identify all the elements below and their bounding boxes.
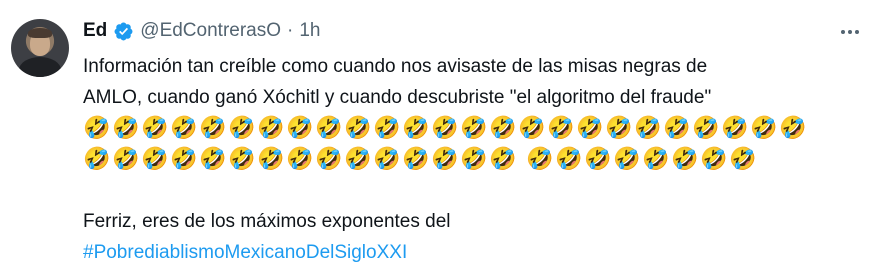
rolling-laughing-emoji: 🤣	[460, 115, 488, 141]
rolling-laughing-emoji: 🤣	[729, 146, 757, 172]
rolling-laughing-emoji: 🤣	[112, 146, 140, 172]
author-handle[interactable]: @EdContrerasO	[140, 18, 281, 44]
verified-badge-icon	[114, 22, 133, 40]
rolling-laughing-emoji: 🤣	[605, 115, 633, 141]
rolling-laughing-emoji: 🤣	[170, 146, 198, 172]
rolling-laughing-emoji: 🤣	[170, 115, 198, 141]
rolling-laughing-emoji: 🤣	[257, 115, 285, 141]
separator-dot: ·	[287, 20, 294, 41]
rolling-laughing-emoji: 🤣	[344, 146, 372, 172]
rolling-laughing-emoji: 🤣	[141, 146, 169, 172]
rolling-laughing-emoji: 🤣	[431, 115, 459, 141]
rolling-laughing-emoji: 🤣	[402, 115, 430, 141]
rolling-laughing-emoji: 🤣	[257, 146, 285, 172]
rolling-laughing-emoji: 🤣	[642, 146, 670, 172]
rolling-laughing-emoji: 🤣	[460, 146, 488, 172]
rolling-laughing-emoji: 🤣	[526, 146, 554, 172]
rolling-laughing-emoji: 🤣	[613, 146, 641, 172]
rolling-laughing-emoji: 🤣	[634, 115, 662, 141]
rolling-laughing-emoji: 🤣	[671, 146, 699, 172]
rolling-laughing-emoji: 🤣	[228, 115, 256, 141]
rolling-laughing-emoji: 🤣	[489, 146, 517, 172]
tweet-text-line: Ferriz, eres de los máximos exponentes d…	[83, 211, 451, 232]
tweet-text-line: Información tan creíble como cuando nos …	[83, 56, 708, 77]
more-options-icon[interactable]	[836, 20, 864, 44]
rolling-laughing-emoji: 🤣	[315, 146, 343, 172]
rolling-laughing-emoji: 🤣	[373, 115, 401, 141]
rolling-laughing-emoji: 🤣	[199, 115, 227, 141]
rolling-laughing-emoji: 🤣	[489, 115, 517, 141]
author-name[interactable]: Ed	[83, 18, 107, 44]
rolling-laughing-emoji: 🤣	[750, 115, 778, 141]
emoji-row: 🤣 🤣 🤣 🤣 🤣 🤣 🤣 🤣 🤣 🤣 🤣 🤣 🤣 🤣 🤣 🤣 🤣 🤣 🤣 🤣 🤣 🤣 🤣 🤣 🤣	[83, 113, 863, 144]
tweet-text-line: AMLO, cuando ganó Xóchitl y cuando descu…	[83, 87, 712, 108]
rolling-laughing-emoji: 🤣	[663, 115, 691, 141]
tweet-body: Información tan creíble como cuando nos …	[83, 51, 863, 268]
emoji-row: 🤣 🤣 🤣 🤣 🤣 🤣 🤣 🤣 🤣 🤣 🤣 🤣 🤣 🤣 🤣 🤣 🤣 🤣 🤣 🤣 🤣 🤣 🤣	[83, 144, 863, 175]
user-avatar[interactable]	[11, 19, 69, 77]
rolling-laughing-emoji: 🤣	[700, 146, 728, 172]
timestamp[interactable]: 1h	[299, 18, 320, 44]
rolling-laughing-emoji: 🤣	[431, 146, 459, 172]
rolling-laughing-emoji: 🤣	[83, 146, 111, 172]
rolling-laughing-emoji: 🤣	[286, 115, 314, 141]
rolling-laughing-emoji: 🤣	[344, 115, 372, 141]
rolling-laughing-emoji: 🤣	[518, 115, 546, 141]
rolling-laughing-emoji: 🤣	[584, 146, 612, 172]
rolling-laughing-emoji: 🤣	[402, 146, 430, 172]
rolling-laughing-emoji: 🤣	[141, 115, 169, 141]
rolling-laughing-emoji: 🤣	[199, 146, 227, 172]
rolling-laughing-emoji: 🤣	[112, 115, 140, 141]
rolling-laughing-emoji: 🤣	[83, 115, 111, 141]
rolling-laughing-emoji: 🤣	[286, 146, 314, 172]
rolling-laughing-emoji: 🤣	[576, 115, 604, 141]
rolling-laughing-emoji: 🤣	[315, 115, 343, 141]
tweet-header: Ed @EdContrerasO · 1h	[83, 18, 320, 44]
rolling-laughing-emoji: 🤣	[555, 146, 583, 172]
rolling-laughing-emoji: 🤣	[779, 115, 807, 141]
rolling-laughing-emoji: 🤣	[721, 115, 749, 141]
rolling-laughing-emoji: 🤣	[228, 146, 256, 172]
rolling-laughing-emoji: 🤣	[692, 115, 720, 141]
rolling-laughing-emoji: 🤣	[373, 146, 401, 172]
rolling-laughing-emoji: 🤣	[547, 115, 575, 141]
